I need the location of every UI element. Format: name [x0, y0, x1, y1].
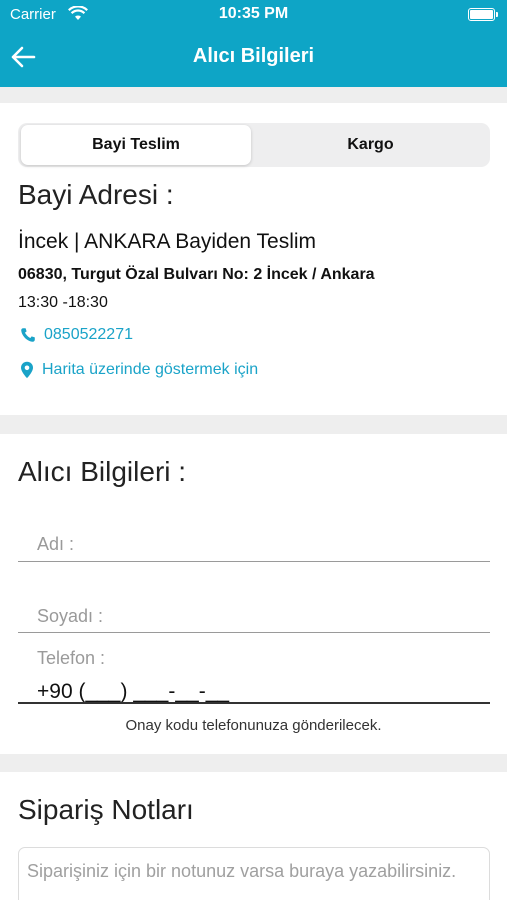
delivery-type-segment: Bayi Teslim Kargo: [18, 123, 490, 167]
dealer-phone-number: 0850522271: [44, 326, 133, 343]
location-pin-icon: [21, 361, 33, 379]
dealer-heading: Bayi Adresi :: [18, 179, 174, 210]
notes-heading: Sipariş Notları: [18, 794, 194, 825]
status-time: 10:35 PM: [218, 5, 289, 22]
phone-underline: [18, 702, 490, 704]
last-name-field[interactable]: Soyadı :: [37, 606, 103, 627]
dealer-phone-link[interactable]: 0850522271: [20, 326, 133, 344]
page-title: Alıcı Bilgileri: [192, 45, 315, 67]
status-bar: Carrier 10:35 PM: [0, 0, 507, 30]
tab-bayi-teslim[interactable]: Bayi Teslim: [21, 125, 251, 165]
last-name-underline: [18, 632, 490, 633]
dealer-name: İncek | ANKARA Bayiden Teslim: [18, 230, 317, 253]
phone-hint: Onay kodu telefonunuza gönderilecek.: [125, 717, 382, 734]
dealer-hours: 13:30 -18:30: [18, 294, 108, 311]
map-link[interactable]: Harita üzerinde göstermek için: [20, 361, 258, 379]
first-name-underline: [18, 561, 490, 562]
map-link-label: Harita üzerinde göstermek için: [42, 361, 259, 378]
app-header: Carrier 10:35 PM Alıcı Bilgileri: [0, 0, 507, 87]
dealer-address: 06830, Turgut Özal Bulvarı No: 2 İncek /…: [18, 266, 375, 283]
notes-card: Sipariş Notları Siparişiniz için bir not…: [0, 772, 507, 900]
phone-label: Telefon :: [37, 648, 106, 668]
dealer-card: Bayi Teslim Kargo Bayi Adresi : İncek | …: [0, 103, 507, 415]
tab-kargo[interactable]: Kargo: [254, 125, 487, 165]
recipient-card: Alıcı Bilgileri : Adı : Soyadı : Telefon…: [0, 434, 507, 754]
phone-input[interactable]: +90 (___) ___-__-__: [37, 680, 229, 704]
notes-textarea[interactable]: Siparişiniz için bir notunuz varsa buray…: [18, 847, 490, 900]
first-name-field[interactable]: Adı :: [37, 534, 74, 555]
recipient-heading: Alıcı Bilgileri :: [18, 456, 187, 487]
phone-icon: [21, 328, 35, 342]
battery-icon: [468, 8, 498, 21]
